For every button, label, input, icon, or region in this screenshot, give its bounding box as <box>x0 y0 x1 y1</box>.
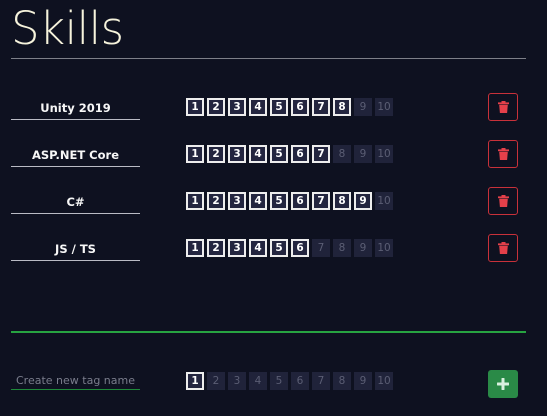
new-tag-level-1[interactable]: 1 <box>186 372 204 390</box>
skill-level-7[interactable]: 7 <box>312 192 330 210</box>
skill-level-selector: 1 2 3 4 5 6 7 8 9 10 <box>186 239 393 257</box>
skill-level-10[interactable]: 10 <box>375 239 393 257</box>
skill-level-5[interactable]: 5 <box>270 98 288 116</box>
trash-icon <box>497 242 509 254</box>
new-tag-level-6[interactable]: 6 <box>291 372 309 390</box>
skill-row: Unity 2019 1 2 3 4 5 6 7 8 9 10 <box>0 93 547 128</box>
new-tag-level-8[interactable]: 8 <box>333 372 351 390</box>
skill-level-8[interactable]: 8 <box>333 192 351 210</box>
skill-level-3[interactable]: 3 <box>228 239 246 257</box>
skill-level-4[interactable]: 4 <box>249 145 267 163</box>
new-tag-level-4[interactable]: 4 <box>249 372 267 390</box>
skill-level-2[interactable]: 2 <box>207 192 225 210</box>
skill-level-7[interactable]: 7 <box>312 98 330 116</box>
skill-level-10[interactable]: 10 <box>375 145 393 163</box>
skill-level-1[interactable]: 1 <box>186 98 204 116</box>
skill-level-9[interactable]: 9 <box>354 98 372 116</box>
skill-level-selector: 1 2 3 4 5 6 7 8 9 10 <box>186 192 393 210</box>
skill-level-2[interactable]: 2 <box>207 98 225 116</box>
skill-level-4[interactable]: 4 <box>249 239 267 257</box>
new-tag-level-selector: 1 2 3 4 5 6 7 8 9 10 <box>186 372 393 390</box>
skill-level-3[interactable]: 3 <box>228 192 246 210</box>
new-tag-level-5[interactable]: 5 <box>270 372 288 390</box>
skill-level-5[interactable]: 5 <box>270 239 288 257</box>
new-tag-level-9[interactable]: 9 <box>354 372 372 390</box>
delete-skill-button[interactable] <box>488 234 518 262</box>
new-tag-level-7[interactable]: 7 <box>312 372 330 390</box>
skill-level-6[interactable]: 6 <box>291 239 309 257</box>
skill-level-1[interactable]: 1 <box>186 192 204 210</box>
skill-level-6[interactable]: 6 <box>291 145 309 163</box>
skill-level-9[interactable]: 9 <box>354 192 372 210</box>
skill-level-10[interactable]: 10 <box>375 98 393 116</box>
skill-row: C# 1 2 3 4 5 6 7 8 9 10 <box>0 187 547 222</box>
skill-name[interactable]: JS / TS <box>11 239 140 261</box>
skill-level-1[interactable]: 1 <box>186 239 204 257</box>
skill-level-4[interactable]: 4 <box>249 98 267 116</box>
new-tag-level-3[interactable]: 3 <box>228 372 246 390</box>
skill-level-3[interactable]: 3 <box>228 98 246 116</box>
skill-level-2[interactable]: 2 <box>207 239 225 257</box>
skill-level-3[interactable]: 3 <box>228 145 246 163</box>
new-tag-name-input[interactable] <box>11 372 140 390</box>
skill-level-5[interactable]: 5 <box>270 192 288 210</box>
delete-skill-button[interactable] <box>488 140 518 168</box>
skill-level-8[interactable]: 8 <box>333 239 351 257</box>
trash-icon <box>497 148 509 160</box>
skill-level-9[interactable]: 9 <box>354 145 372 163</box>
title-divider <box>11 58 526 59</box>
page-title: Skills <box>11 2 124 55</box>
trash-icon <box>497 195 509 207</box>
skill-level-1[interactable]: 1 <box>186 145 204 163</box>
skill-level-7[interactable]: 7 <box>312 145 330 163</box>
plus-icon <box>497 375 509 394</box>
skill-level-2[interactable]: 2 <box>207 145 225 163</box>
skill-row: ASP.NET Core 1 2 3 4 5 6 7 8 9 10 <box>0 140 547 175</box>
section-divider <box>11 331 526 333</box>
skill-level-8[interactable]: 8 <box>333 98 351 116</box>
skill-level-6[interactable]: 6 <box>291 98 309 116</box>
skill-level-5[interactable]: 5 <box>270 145 288 163</box>
skill-level-7[interactable]: 7 <box>312 239 330 257</box>
skill-level-selector: 1 2 3 4 5 6 7 8 9 10 <box>186 98 393 116</box>
new-tag-level-10[interactable]: 10 <box>375 372 393 390</box>
delete-skill-button[interactable] <box>488 187 518 215</box>
add-tag-button[interactable] <box>488 370 518 398</box>
skill-level-6[interactable]: 6 <box>291 192 309 210</box>
delete-skill-button[interactable] <box>488 93 518 121</box>
skill-level-selector: 1 2 3 4 5 6 7 8 9 10 <box>186 145 393 163</box>
skill-level-8[interactable]: 8 <box>333 145 351 163</box>
new-tag-level-2[interactable]: 2 <box>207 372 225 390</box>
trash-icon <box>497 101 509 113</box>
skill-name[interactable]: C# <box>11 192 140 214</box>
skill-name[interactable]: Unity 2019 <box>11 98 140 120</box>
skill-level-9[interactable]: 9 <box>354 239 372 257</box>
skill-name[interactable]: ASP.NET Core <box>11 145 140 167</box>
skill-row: JS / TS 1 2 3 4 5 6 7 8 9 10 <box>0 234 547 269</box>
skill-level-4[interactable]: 4 <box>249 192 267 210</box>
skill-level-10[interactable]: 10 <box>375 192 393 210</box>
